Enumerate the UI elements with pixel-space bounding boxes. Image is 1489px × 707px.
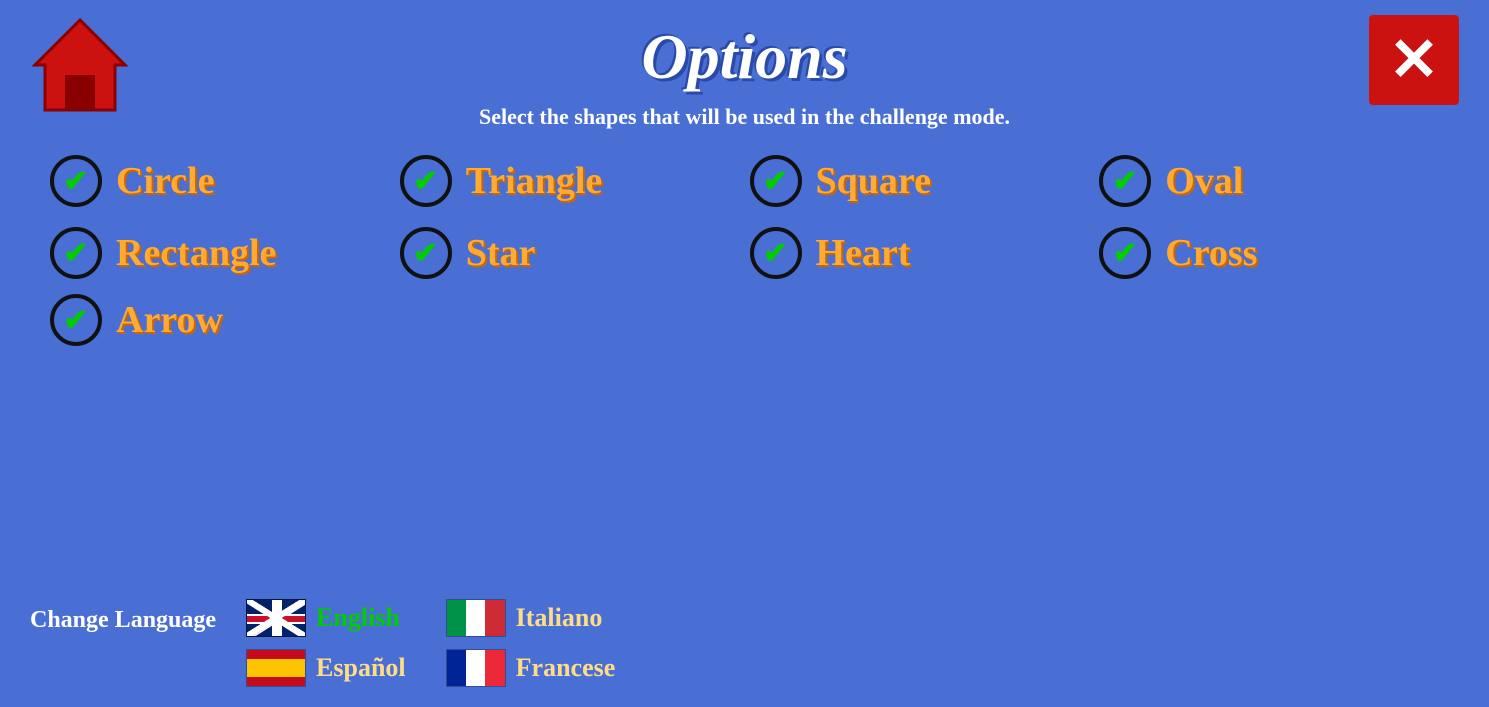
checkbox-rectangle[interactable]: ✔ [50, 227, 102, 279]
shape-item-star[interactable]: ✔ Star [400, 227, 740, 279]
shape-label-star: Star [466, 231, 536, 275]
checkmark-square: ✔ [763, 164, 788, 199]
shape-item-circle[interactable]: ✔ Circle [50, 155, 390, 207]
checkbox-triangle[interactable]: ✔ [400, 155, 452, 207]
shapes-grid: ✔ Circle ✔ Triangle ✔ Square ✔ Oval ✔ Re… [50, 155, 1439, 279]
shape-label-rectangle: Rectangle [116, 231, 276, 275]
shape-item-triangle[interactable]: ✔ Triangle [400, 155, 740, 207]
language-label-espanol: Español [316, 653, 406, 683]
checkbox-circle[interactable]: ✔ [50, 155, 102, 207]
shape-item-heart[interactable]: ✔ Heart [750, 227, 1090, 279]
language-item-italiano[interactable]: Italiano [446, 599, 616, 637]
shape-item-cross[interactable]: ✔ Cross [1099, 227, 1439, 279]
shape-item-rectangle[interactable]: ✔ Rectangle [50, 227, 390, 279]
checkmark-rectangle: ✔ [63, 236, 88, 271]
home-button[interactable] [30, 15, 130, 115]
language-label-francese: Francese [516, 653, 616, 683]
checkbox-oval[interactable]: ✔ [1099, 155, 1151, 207]
checkmark-triangle: ✔ [413, 164, 438, 199]
shape-label-heart: Heart [816, 231, 911, 275]
shape-label-cross: Cross [1165, 231, 1257, 275]
flag-uk [246, 599, 306, 637]
flag-italy [446, 599, 506, 637]
checkmark-cross: ✔ [1113, 236, 1138, 271]
flag-spain [246, 649, 306, 687]
checkbox-cross[interactable]: ✔ [1099, 227, 1151, 279]
close-button[interactable]: ✕ [1369, 15, 1459, 105]
language-item-francese[interactable]: Francese [446, 649, 616, 687]
close-icon: ✕ [1389, 30, 1439, 90]
shape-label-circle: Circle [116, 159, 214, 203]
shapes-row3: ✔ Arrow [50, 294, 1489, 346]
checkbox-star[interactable]: ✔ [400, 227, 452, 279]
language-label-english: English [316, 603, 400, 633]
shape-item-square[interactable]: ✔ Square [750, 155, 1090, 207]
checkbox-arrow[interactable]: ✔ [50, 294, 102, 346]
change-language-label: Change Language [30, 607, 216, 634]
shape-item-arrow[interactable]: ✔ Arrow [50, 294, 223, 346]
checkmark-arrow: ✔ [63, 303, 88, 338]
checkmark-heart: ✔ [763, 236, 788, 271]
language-item-espanol[interactable]: Español [246, 649, 406, 687]
shape-label-oval: Oval [1165, 159, 1243, 203]
checkbox-heart[interactable]: ✔ [750, 227, 802, 279]
language-label-italiano: Italiano [516, 603, 603, 633]
shape-label-square: Square [816, 159, 931, 203]
checkbox-square[interactable]: ✔ [750, 155, 802, 207]
language-section: Change Language English [30, 599, 615, 687]
checkmark-circle: ✔ [63, 164, 88, 199]
page-title: Options [0, 0, 1489, 94]
shape-item-oval[interactable]: ✔ Oval [1099, 155, 1439, 207]
subtitle-text: Select the shapes that will be used in t… [0, 104, 1489, 130]
checkmark-oval: ✔ [1113, 164, 1138, 199]
shape-label-triangle: Triangle [466, 159, 603, 203]
checkmark-star: ✔ [413, 236, 438, 271]
language-item-english[interactable]: English [246, 599, 406, 637]
shape-label-arrow: Arrow [116, 298, 223, 342]
flag-france [446, 649, 506, 687]
